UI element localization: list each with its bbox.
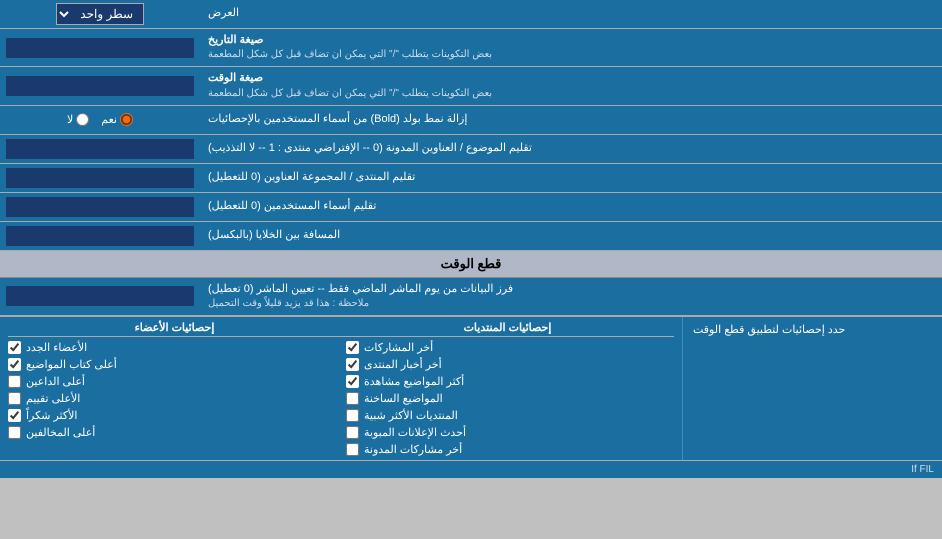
cutoff-section-header: قطع الوقت [0, 251, 942, 278]
date-format-desc: بعض التكوينات يتطلب "/" التي يمكن ان تضا… [208, 48, 492, 62]
time-format-title: صيغة الوقت [208, 71, 263, 86]
list-item: أحدث الإعلانات المبوبة [346, 426, 674, 439]
checkbox-mawadeeh-sakhina[interactable] [346, 392, 359, 405]
list-item: أكثر المواضيع مشاهدة [346, 375, 674, 388]
cutoff-days-line1: فرز البيانات من يوم الماشر الماضي فقط --… [208, 282, 513, 297]
checkbox-aala-daeen[interactable] [8, 375, 21, 388]
date-format-input[interactable]: d-m [6, 38, 194, 58]
forum-trim-input[interactable]: 33 [6, 168, 194, 188]
bold-remove-radio-cell: نعم لا [0, 106, 200, 134]
checkbox-akhir-mudawana[interactable] [346, 443, 359, 456]
checkbox-ahdath-ilanat[interactable] [346, 426, 359, 439]
cutoff-days-line2: ملاحظة : هذا قد يزيد قليلاً وقت التحميل [208, 297, 369, 311]
subject-trim-label: تقليم الموضوع / العناوين المدونة (0 -- ا… [200, 135, 942, 163]
display-select[interactable]: سطر واحد سطرين ثلاثة أسطر [56, 3, 144, 25]
users-trim-input-cell: 0 [0, 193, 200, 221]
display-label: العرض [200, 0, 942, 28]
subject-trim-input[interactable]: 33 [6, 139, 194, 159]
checkbox-muntadayat-akthar[interactable] [346, 409, 359, 422]
users-trim-label: تقليم أسماء المستخدمين (0 للتعطيل) [200, 193, 942, 221]
list-item: أخر أخبار المنتدى [346, 358, 674, 371]
cell-spacing-input[interactable]: 2 [6, 226, 194, 246]
bold-no-label[interactable]: لا [67, 113, 89, 126]
date-format-input-cell: d-m [0, 29, 200, 66]
subject-trim-input-cell: 33 [0, 135, 200, 163]
cutoff-days-input-cell: 0 [0, 278, 200, 315]
cell-spacing-label: المسافة بين الخلايا (بالبكسل) [200, 222, 942, 250]
time-format-input-cell: H:i [0, 67, 200, 104]
users-trim-input[interactable]: 0 [6, 197, 194, 217]
col2-checkboxes: الأعضاء الجدد أعلى كتاب المواضيع أعلى ال… [8, 341, 336, 456]
list-item: الأكثر شكراً [8, 409, 336, 422]
checkbox-akhir-musharakat[interactable] [346, 341, 359, 354]
date-format-title: صيغة التاريخ [208, 33, 263, 48]
list-item: أخر المشاركات [346, 341, 674, 354]
cutoff-days-input[interactable]: 0 [6, 286, 194, 306]
time-format-desc: بعض التكوينات يتطلب "/" التي يمكن ان تضا… [208, 87, 492, 101]
list-item: أعلى الداعين [8, 375, 336, 388]
cell-spacing-input-cell: 2 [0, 222, 200, 250]
list-item: أعلى المخالفين [8, 426, 336, 439]
list-item: المواضيع الساخنة [346, 392, 674, 405]
cutoff-days-label: فرز البيانات من يوم الماشر الماضي فقط --… [200, 278, 942, 315]
list-item: أخر مشاركات المدونة [346, 443, 674, 456]
checkbox-akhir-akhbar[interactable] [346, 358, 359, 371]
col1-checkboxes: أخر المشاركات أخر أخبار المنتدى أكثر الم… [346, 341, 674, 456]
time-format-input[interactable]: H:i [6, 76, 194, 96]
bold-remove-label: إزالة نمط بولد (Bold) من أسماء المستخدمي… [200, 106, 942, 134]
checkbox-aala-mukhalifin[interactable] [8, 426, 21, 439]
checkbox-adaa-judad[interactable] [8, 341, 21, 354]
col2-header: إحصائيات الأعضاء [8, 321, 341, 337]
list-item: الأعضاء الجدد [8, 341, 336, 354]
display-select-cell: سطر واحد سطرين ثلاثة أسطر [0, 0, 200, 28]
footer-hint: If FIL [0, 460, 942, 478]
bold-yes-radio[interactable] [120, 113, 133, 126]
time-format-label: صيغة الوقت بعض التكوينات يتطلب "/" التي … [200, 67, 942, 104]
checkbox-aala-taqyeem[interactable] [8, 392, 21, 405]
date-format-label: صيغة التاريخ بعض التكوينات يتطلب "/" الت… [200, 29, 942, 66]
checkbox-akthar-shukr[interactable] [8, 409, 21, 422]
forum-trim-input-cell: 33 [0, 164, 200, 192]
list-item: الأعلى تقييم [8, 392, 336, 405]
list-item: المنتديات الأكثر شبية [346, 409, 674, 422]
col1-header: إحصائيات المنتديات [341, 321, 674, 337]
bold-no-radio[interactable] [76, 113, 89, 126]
checkbox-aala-kutab[interactable] [8, 358, 21, 371]
list-item: أعلى كتاب المواضيع [8, 358, 336, 371]
checkbox-akthar-mawadeeh[interactable] [346, 375, 359, 388]
forum-trim-label: تقليم المنتدى / المجموعة العناوين (0 للت… [200, 164, 942, 192]
limit-label: حدد إحصائيات لتطبيق قطع الوقت [682, 317, 942, 460]
bold-yes-label[interactable]: نعم [101, 113, 133, 126]
